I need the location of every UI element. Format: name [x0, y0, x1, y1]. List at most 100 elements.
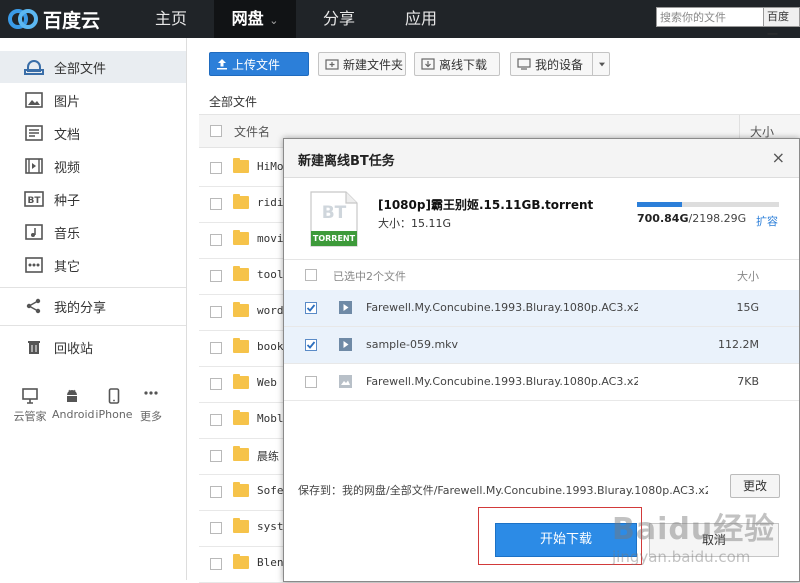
- svg-text:BT: BT: [28, 196, 42, 206]
- change-path-button[interactable]: 更改: [730, 474, 780, 498]
- file-name[interactable]: Sofe: [257, 484, 283, 497]
- sidebar-item-label: 我的分享: [54, 300, 107, 316]
- more-icon: [24, 256, 44, 274]
- folder-icon: [233, 230, 249, 245]
- folder-icon: [233, 518, 249, 533]
- row-checkbox[interactable]: [210, 522, 222, 534]
- document-icon: [24, 124, 44, 142]
- file-name[interactable]: wordp: [257, 304, 283, 317]
- row-checkbox[interactable]: [210, 198, 222, 210]
- select-all-checkbox[interactable]: [210, 125, 222, 137]
- file-name[interactable]: 晨练: [257, 448, 283, 464]
- file-name[interactable]: syste: [257, 520, 283, 533]
- select-all-checkbox[interactable]: [305, 269, 317, 281]
- row-checkbox-checked[interactable]: [305, 339, 317, 351]
- sidebar-item-label: 其它: [54, 259, 81, 275]
- nav-tab-home[interactable]: 主页: [130, 0, 212, 38]
- nav-tab-share[interactable]: 分享: [298, 0, 380, 38]
- row-checkbox[interactable]: [210, 486, 222, 498]
- search-input[interactable]: 搜索你的文件: [656, 7, 764, 27]
- new-folder-button[interactable]: 新建文件夹: [318, 52, 406, 76]
- breadcrumb[interactable]: 全部文件: [209, 93, 257, 110]
- new-folder-label: 新建文件夹: [343, 57, 404, 72]
- sidebar-item-my-shares[interactable]: 我的分享: [0, 290, 186, 322]
- image-icon: [24, 91, 44, 109]
- device-label: Android: [52, 408, 95, 421]
- search-button-label: 百度一: [767, 10, 789, 41]
- bt-file-size: 112.2M: [718, 338, 759, 351]
- sidebar-item-videos[interactable]: 视频: [0, 150, 186, 182]
- bt-file-size: 15G: [736, 301, 759, 314]
- search-button[interactable]: 百度一: [764, 7, 800, 41]
- nav-tab-apps[interactable]: 应用: [380, 0, 462, 38]
- bt-file-row[interactable]: sample-059.mkv 112.2M: [284, 327, 799, 364]
- nav-tab-netdisk[interactable]: 网盘 ⌄: [214, 0, 296, 38]
- row-checkbox[interactable]: [210, 414, 222, 426]
- file-name[interactable]: Web: [257, 376, 283, 389]
- file-name[interactable]: Blend: [257, 556, 283, 569]
- quota-used: 700.84G: [637, 212, 689, 225]
- file-name[interactable]: movie: [257, 232, 283, 245]
- bt-file-size: 7KB: [737, 375, 759, 388]
- row-checkbox[interactable]: [210, 270, 222, 282]
- sidebar-item-label: 视频: [54, 160, 81, 176]
- nav-tab-label: 网盘: [231, 9, 264, 28]
- folder-icon: [233, 554, 249, 569]
- file-name[interactable]: books: [257, 340, 283, 353]
- row-checkbox[interactable]: [305, 376, 317, 388]
- bt-file-row[interactable]: Farewell.My.Concubine.1993.Bluray.1080p.…: [284, 290, 799, 327]
- cloud-logo-icon: [8, 9, 38, 29]
- sidebar-item-all-files[interactable]: 全部文件: [0, 51, 186, 83]
- sidebar-item-documents[interactable]: 文档: [0, 117, 186, 149]
- row-checkbox-checked[interactable]: [305, 302, 317, 314]
- row-checkbox[interactable]: [210, 450, 222, 462]
- torrent-size: 大小：15.11G: [378, 217, 452, 230]
- top-navigation-bar: 百度云 主页 网盘 ⌄ 分享 应用 搜索你的文件 百度一: [0, 0, 800, 41]
- trash-icon: [24, 338, 44, 356]
- sidebar-item-recycle-bin[interactable]: 回收站: [0, 331, 186, 363]
- row-checkbox[interactable]: [210, 558, 222, 570]
- nav-tab-label: 分享: [322, 9, 355, 28]
- column-header-name[interactable]: 文件名: [234, 123, 270, 140]
- sidebar-item-torrents[interactable]: BT 种子: [0, 183, 186, 215]
- baidu-cloud-logo[interactable]: 百度云: [6, 4, 100, 34]
- file-name[interactable]: ridin: [257, 196, 283, 209]
- row-checkbox[interactable]: [210, 306, 222, 318]
- device-android[interactable]: Android: [52, 388, 95, 421]
- row-checkbox[interactable]: [210, 342, 222, 354]
- download-icon: [421, 58, 435, 70]
- row-checkbox[interactable]: [210, 234, 222, 246]
- my-devices-label: 我的设备: [535, 57, 584, 72]
- device-label: iPhone: [95, 408, 133, 421]
- bt-file-name: Farewell.My.Concubine.1993.Bluray.1080p.…: [366, 375, 638, 388]
- share-icon: [24, 297, 44, 315]
- expand-storage-link[interactable]: 扩容: [756, 213, 778, 229]
- sidebar-item-images[interactable]: 图片: [0, 84, 186, 116]
- phone-icon: [108, 388, 120, 404]
- sidebar-item-other[interactable]: 其它: [0, 249, 186, 281]
- file-name[interactable]: Mobli: [257, 412, 283, 425]
- video-file-icon: [339, 338, 352, 351]
- row-checkbox[interactable]: [210, 378, 222, 390]
- upload-button[interactable]: 上传文件: [209, 52, 309, 76]
- caret-down-icon[interactable]: [592, 53, 609, 75]
- save-path: 保存到：我的网盘/全部文件/Farewell.My.Concubine.1993…: [298, 484, 708, 497]
- offline-download-button[interactable]: 离线下载: [414, 52, 500, 76]
- folder-icon: [233, 374, 249, 389]
- row-checkbox[interactable]: [210, 162, 222, 174]
- device-pc-manager[interactable]: 云管家: [10, 388, 50, 424]
- torrent-name: [1080p]霸王别姬.15.11GB.torrent: [378, 198, 594, 212]
- device-more[interactable]: 更多: [131, 388, 171, 424]
- close-icon[interactable]: ×: [772, 148, 785, 167]
- file-name[interactable]: HiMov: [257, 160, 283, 173]
- my-devices-button[interactable]: 我的设备: [510, 52, 610, 76]
- device-iphone[interactable]: iPhone: [94, 388, 134, 421]
- device-label: 更多: [140, 410, 162, 423]
- sidebar-item-music[interactable]: 音乐: [0, 216, 186, 248]
- file-name[interactable]: tools: [257, 268, 283, 281]
- quota-total: /2198.29G: [688, 212, 747, 225]
- bt-file-row[interactable]: Farewell.My.Concubine.1993.Bluray.1080p.…: [284, 364, 799, 401]
- storage-quota-bar: [637, 202, 779, 207]
- folder-icon: [233, 482, 249, 497]
- sidebar-item-label: 全部文件: [54, 61, 107, 77]
